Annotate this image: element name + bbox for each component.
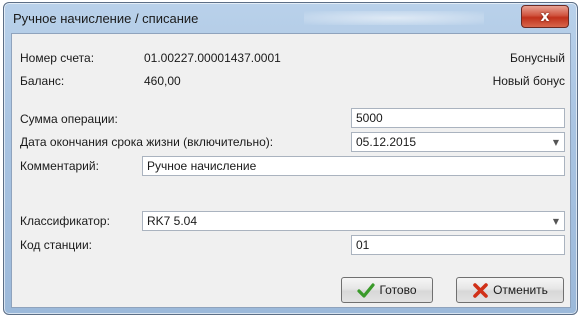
close-icon: x — [540, 8, 550, 25]
chevron-down-icon[interactable]: ▼ — [553, 138, 559, 147]
station-label: Код станции: — [20, 238, 93, 252]
amount-label: Сумма операции: — [20, 112, 118, 126]
checkmark-icon — [357, 283, 376, 298]
account-number-label: Номер счета: — [20, 51, 95, 65]
dialog-window: Ручное начисление / списание x Номер сче… — [3, 2, 578, 315]
account-number-value: 01.00227.00001437.0001 — [144, 51, 281, 65]
amount-value: 5000 — [356, 111, 383, 125]
cancel-label: Отменить — [493, 283, 548, 297]
dialog-body: Номер счета: 01.00227.00001437.0001 Бону… — [11, 33, 571, 308]
balance-label: Баланс: — [20, 74, 65, 88]
expiry-value: 05.12.2015 — [356, 135, 417, 149]
window-title: Ручное начисление / списание — [13, 11, 199, 26]
account-type: Бонусный — [510, 51, 565, 65]
classifier-label: Классификатор: — [20, 214, 110, 228]
balance-value: 460,00 — [144, 74, 181, 88]
bonus-type: Новый бонус — [492, 74, 565, 88]
ok-label: Готово — [379, 283, 417, 297]
red-x-icon — [473, 282, 488, 298]
title-glare — [304, 11, 484, 25]
comment-value: Ручное начисление — [147, 159, 257, 173]
classifier-select[interactable]: RK7 5.04 ▼ — [142, 211, 565, 231]
comment-field[interactable]: Ручное начисление — [142, 156, 565, 176]
title-bar[interactable]: Ручное начисление / списание x — [4, 3, 577, 35]
expiry-label: Дата окончания срока жизни (включительно… — [20, 135, 274, 149]
chevron-down-icon[interactable]: ▼ — [553, 217, 559, 226]
cancel-button[interactable]: Отменить — [456, 277, 564, 303]
ok-button[interactable]: Готово — [341, 277, 433, 303]
expiry-date-picker[interactable]: 05.12.2015 ▼ — [351, 132, 565, 152]
station-code-field[interactable]: 01 — [351, 235, 565, 255]
classifier-value: RK7 5.04 — [147, 214, 198, 228]
amount-field[interactable]: 5000 — [351, 108, 565, 128]
close-button[interactable]: x — [521, 5, 569, 28]
station-value: 01 — [356, 238, 370, 252]
comment-label: Комментарий: — [20, 159, 99, 173]
